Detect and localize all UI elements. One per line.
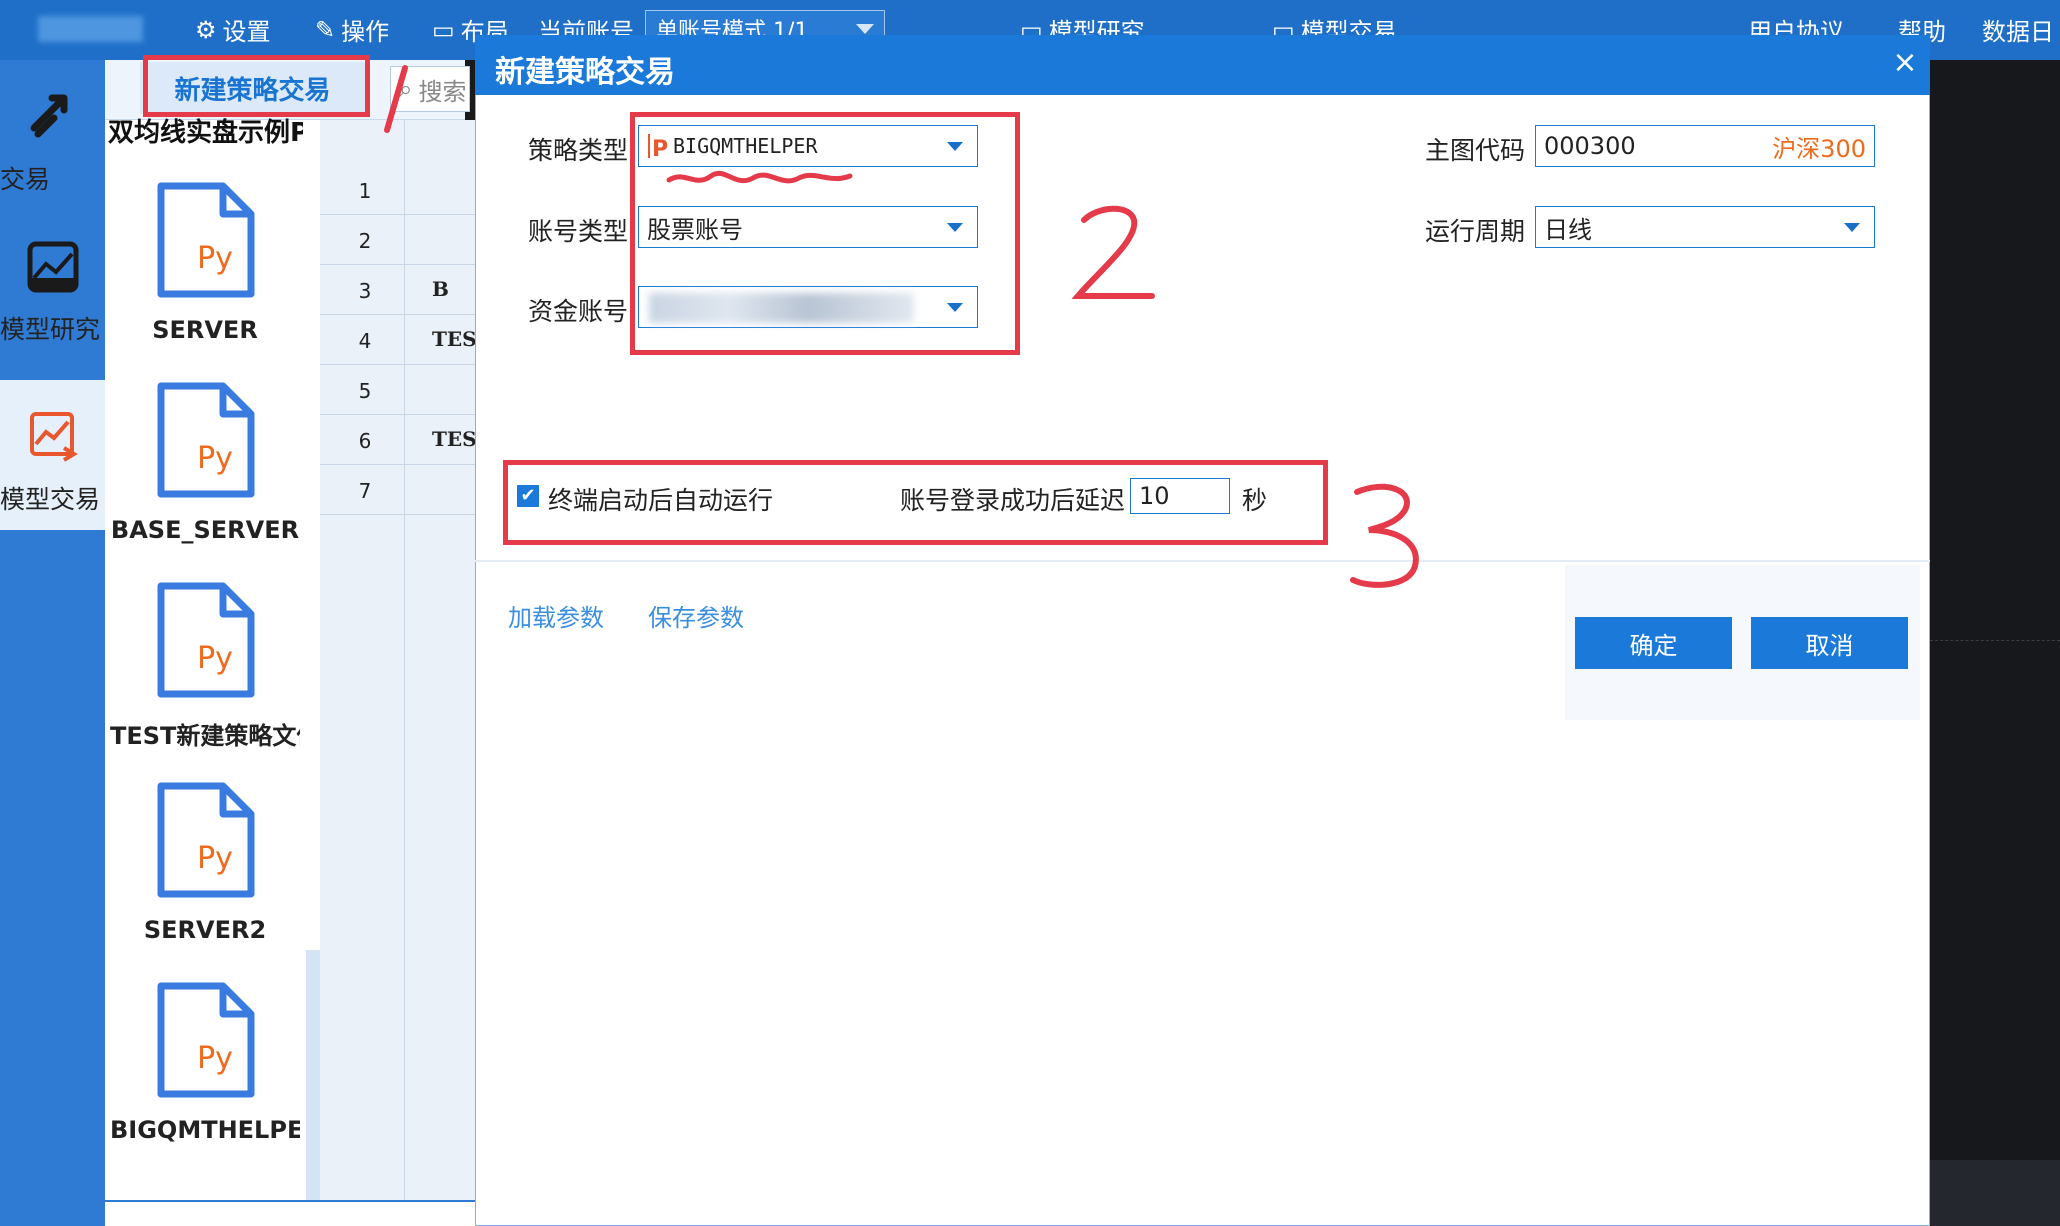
rail-item-trade[interactable]: 交易 [0,60,105,210]
file-panel-scrollbar[interactable] [306,950,320,1200]
chart-footer [1930,1160,2060,1226]
file-item[interactable]: Py BIGQMTHELPER [110,980,300,1144]
grid-row[interactable]: 5 [320,365,480,415]
settings-menu[interactable]: ⚙ 设置 [195,12,271,47]
file-item[interactable]: Py TEST新建策略文件 [110,580,300,751]
python-file-icon: Py [157,382,255,498]
svg-text:Py: Py [197,1041,233,1076]
period-select[interactable]: 日线 [1535,206,1875,248]
edit-icon: ✎ [315,15,336,44]
ok-button[interactable]: 确定 [1575,617,1732,669]
annotation-underline [666,171,853,184]
period-label: 运行周期 [1425,217,1526,246]
python-file-icon: Py [157,582,255,698]
annotation-mark-3 [1350,483,1419,588]
save-params-link[interactable]: 保存参数 [648,598,744,633]
chevron-down-icon [1844,223,1860,232]
main-code-name: 沪深300 [1772,134,1866,163]
app-logo [38,16,143,42]
fund-account-label: 资金账号 [528,297,629,326]
python-file-icon: Py [157,782,255,898]
svg-text:Py: Py [197,841,233,876]
svg-text:Py: Py [197,241,233,276]
main-code-label: 主图代码 [1425,136,1526,165]
close-icon[interactable]: × [1890,48,1920,78]
operations-menu[interactable]: ✎ 操作 [315,12,389,47]
grid-row[interactable]: 6 TEST [320,415,491,465]
layout-icon: ▭ [432,15,455,44]
chevron-down-icon [856,24,874,34]
dialog-separator [475,560,1930,562]
annotation-mark-2 [1071,205,1155,299]
grid-row[interactable]: 4 TEST [320,315,491,365]
svg-text:Py: Py [197,441,233,476]
bottom-tabs[interactable] [105,1200,480,1226]
main-code-input[interactable]: 000300 沪深300 [1535,125,1875,167]
grid-row[interactable]: 3B [320,265,480,315]
annotation-mark-1 [384,65,408,133]
svg-text:Py: Py [197,641,233,676]
file-item[interactable]: Py BASE_SERVER [110,380,300,544]
chart-area [1930,60,2060,1226]
annotation-box-2 [630,112,1020,355]
annotation-box-3 [503,460,1328,545]
cancel-button[interactable]: 取消 [1751,617,1908,669]
grid-row[interactable]: 7 [320,465,480,515]
python-file-icon: Py [157,982,255,1098]
rail-item-model-trade[interactable]: 模型交易 [0,380,105,530]
strategy-title-truncated: 双均线实盘示例P [108,118,303,146]
dialog-header [475,35,1930,95]
grid-row[interactable]: 1 [320,165,480,215]
strategy-type-label: 策略类型 [528,136,629,165]
account-type-label: 账号类型 [528,217,629,246]
model-research-icon [27,241,78,293]
chart-gridline [1930,640,2060,642]
rail-item-model-research[interactable]: 模型研究 [0,210,105,360]
data-log-menu[interactable]: 数据日 [1982,12,2054,47]
load-params-link[interactable]: 加载参数 [508,598,604,633]
annotation-box-1 [143,55,370,117]
gear-icon: ⚙ [195,15,217,44]
grid-row[interactable]: 2 [320,215,480,265]
trade-arrows-icon [30,94,67,138]
dialog-title: 新建策略交易 [495,55,675,90]
file-item[interactable]: Py SERVER [110,180,300,344]
left-nav-rail: 交易 模型研究 模型交易 [0,60,105,1226]
model-trade-icon [29,412,78,462]
python-file-icon: Py [157,182,255,298]
file-item[interactable]: Py SERVER2 [110,780,300,944]
